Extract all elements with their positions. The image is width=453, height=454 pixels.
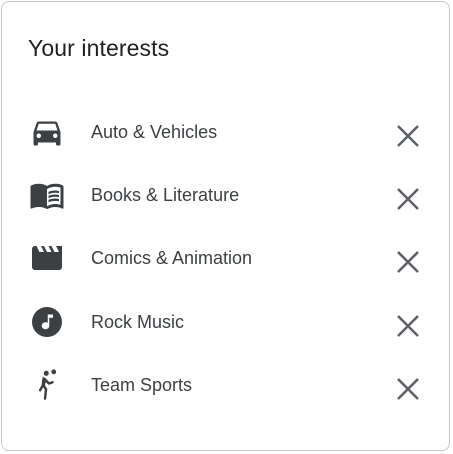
close-icon: [397, 251, 419, 273]
interest-item-team-sports: Team Sports: [2, 367, 451, 407]
interest-label: Comics & Animation: [91, 248, 253, 268]
interests-card: Your interests Auto & Vehicles Books & L…: [1, 1, 450, 451]
interest-item-rock-music: Rock Music: [2, 304, 451, 344]
remove-interest-button[interactable]: [392, 120, 424, 152]
car-icon: [29, 114, 65, 150]
interest-label: Rock Music: [91, 312, 185, 332]
close-icon: [397, 125, 419, 147]
remove-interest-button[interactable]: [392, 183, 424, 215]
music-note-icon: [29, 304, 65, 340]
remove-interest-button[interactable]: [392, 373, 424, 405]
book-icon: [29, 177, 65, 213]
remove-interest-button[interactable]: [392, 246, 424, 278]
interest-label: Team Sports: [91, 375, 193, 395]
close-icon: [397, 188, 419, 210]
interest-item-auto-vehicles: Auto & Vehicles: [2, 114, 451, 154]
interest-label: Books & Literature: [91, 185, 240, 205]
remove-interest-button[interactable]: [392, 310, 424, 342]
interest-item-comics-animation: Comics & Animation: [2, 240, 451, 280]
close-icon: [397, 315, 419, 337]
interest-label: Auto & Vehicles: [91, 122, 218, 142]
interest-item-books-literature: Books & Literature: [2, 177, 451, 217]
sports-player-icon: [29, 367, 65, 403]
card-title: Your interests: [28, 35, 170, 61]
clapperboard-icon: [29, 240, 65, 276]
close-icon: [397, 378, 419, 400]
